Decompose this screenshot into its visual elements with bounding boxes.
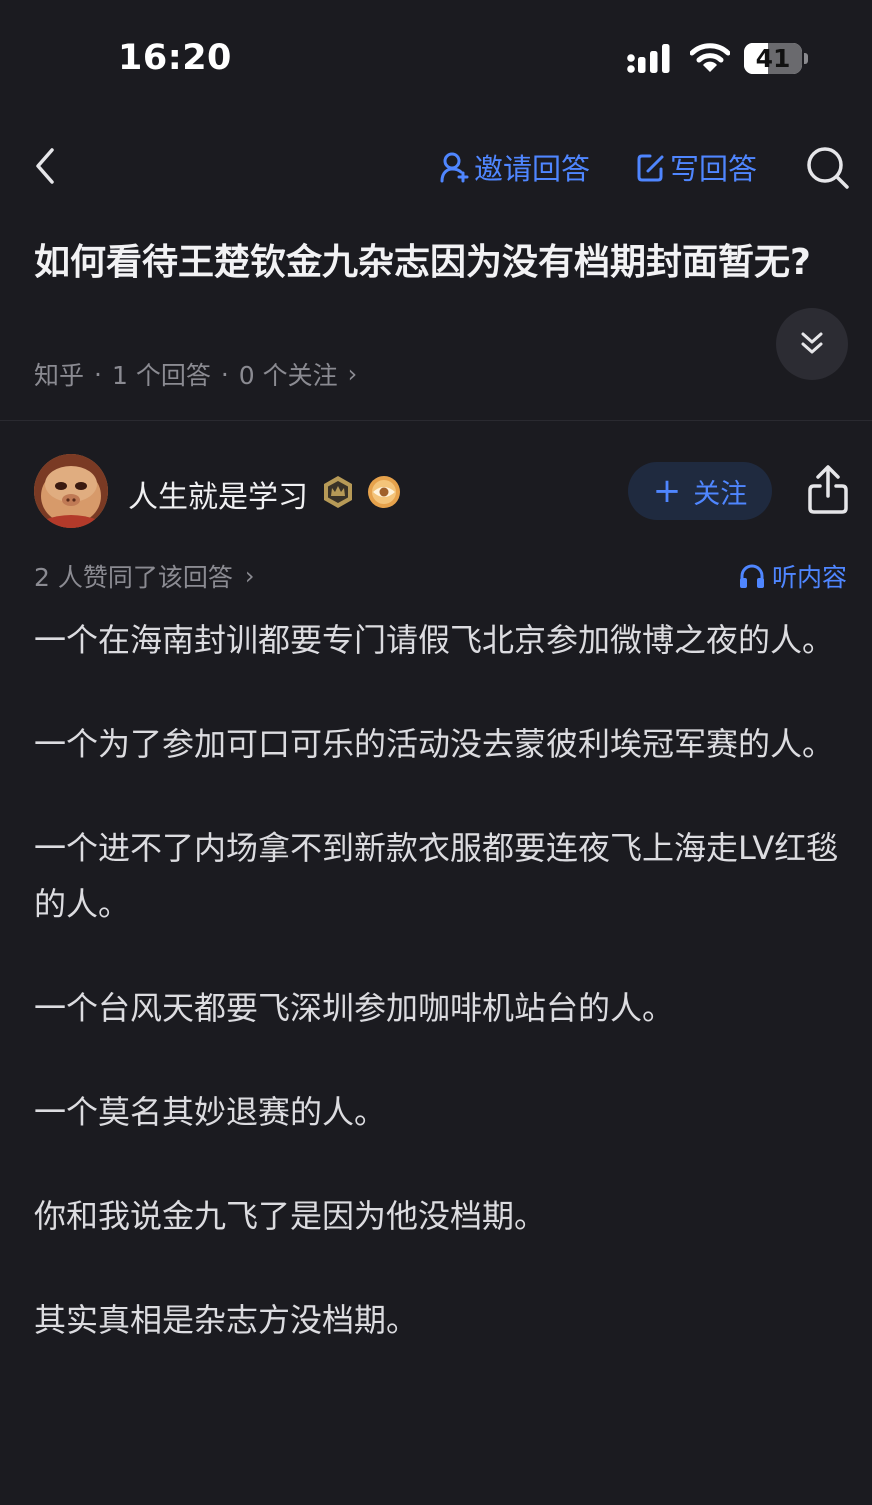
divider — [0, 420, 872, 421]
invite-answer-button[interactable]: 邀请回答 — [440, 147, 590, 187]
meta-answers: 1 个回答 — [111, 361, 211, 390]
signal-icon — [627, 44, 670, 73]
meta-source: 知乎 — [34, 361, 85, 390]
question-title: 如何看待王楚钦金九杂志因为没有档期封面暂无? — [34, 242, 811, 283]
status-time: 16:20 — [118, 38, 232, 78]
edit-icon — [637, 154, 664, 182]
status-bar: 16:20 41 — [0, 0, 872, 120]
crown-badge-icon — [324, 476, 352, 508]
follow-button[interactable]: + 关注 — [628, 462, 772, 520]
author-row: 人生就是学习 + 关注 — [0, 450, 872, 534]
battery-body: 41 — [744, 43, 802, 74]
listen-button[interactable]: 听内容 — [738, 558, 847, 594]
meta-follows: 0 个关注 — [238, 361, 338, 390]
invite-answer-label: 邀请回答 — [474, 152, 591, 186]
meta-separator: · — [220, 359, 229, 389]
meta-separator: · — [94, 359, 102, 389]
eye-badge-icon — [368, 476, 400, 508]
write-answer-label: 写回答 — [670, 152, 758, 186]
avatar-image — [34, 454, 108, 528]
write-answer-button[interactable]: 写回答 — [636, 147, 757, 187]
search-button[interactable] — [804, 144, 852, 192]
answer-paragraph: 一个台风天都要飞深圳参加咖啡机站台的人。 — [34, 989, 675, 1027]
upvote-summary[interactable]: 2 人赞同了该回答 › — [34, 558, 254, 594]
question-meta[interactable]: 知乎 · 1 个回答 · 0 个关注 › — [34, 356, 357, 392]
search-icon — [807, 147, 849, 189]
wifi-icon — [690, 43, 730, 72]
answer-paragraph: 其实真相是杂志方没档期。 — [34, 1301, 419, 1339]
answer-paragraph: 一个进不了内场拿不到新款衣服都要连夜飞上海走LV红毯的人。 — [34, 829, 839, 923]
battery-level-text: 41 — [755, 44, 791, 73]
follow-label: 关注 — [693, 478, 748, 510]
answer-paragraph: 你和我说金九飞了是因为他没档期。 — [34, 1197, 547, 1235]
nav-bar: 邀请回答 写回答 — [0, 130, 872, 202]
author-name[interactable]: 人生就是学习 — [128, 472, 308, 516]
chevron-right-icon: › — [347, 360, 358, 388]
answer-body: 一个在海南封训都要专门请假飞北京参加微博之夜的人。 一个为了参加可口可乐的活动没… — [34, 612, 844, 1396]
answer-paragraph: 一个在海南封训都要专门请假飞北京参加微博之夜的人。 — [34, 621, 835, 659]
chevron-right-icon: › — [244, 562, 255, 590]
listen-label: 听内容 — [772, 563, 848, 592]
back-button[interactable] — [28, 144, 64, 188]
plus-icon: + — [652, 471, 682, 511]
share-button[interactable] — [806, 464, 850, 516]
answer-paragraph: 一个为了参加可口可乐的活动没去蒙彼利埃冠军赛的人。 — [34, 725, 835, 763]
expand-button[interactable] — [776, 308, 848, 380]
chevron-left-icon — [36, 148, 54, 184]
battery-icon: 41 — [744, 43, 802, 74]
upvote-text: 2 人赞同了该回答 — [34, 563, 233, 592]
answer-paragraph: 一个莫名其妙退赛的人。 — [34, 1093, 387, 1131]
invite-user-icon — [440, 152, 469, 183]
share-icon — [808, 465, 848, 514]
battery-cap — [804, 53, 808, 64]
avatar[interactable] — [34, 454, 108, 528]
double-chevron-down-icon — [801, 332, 823, 354]
headphones-icon — [740, 564, 764, 588]
